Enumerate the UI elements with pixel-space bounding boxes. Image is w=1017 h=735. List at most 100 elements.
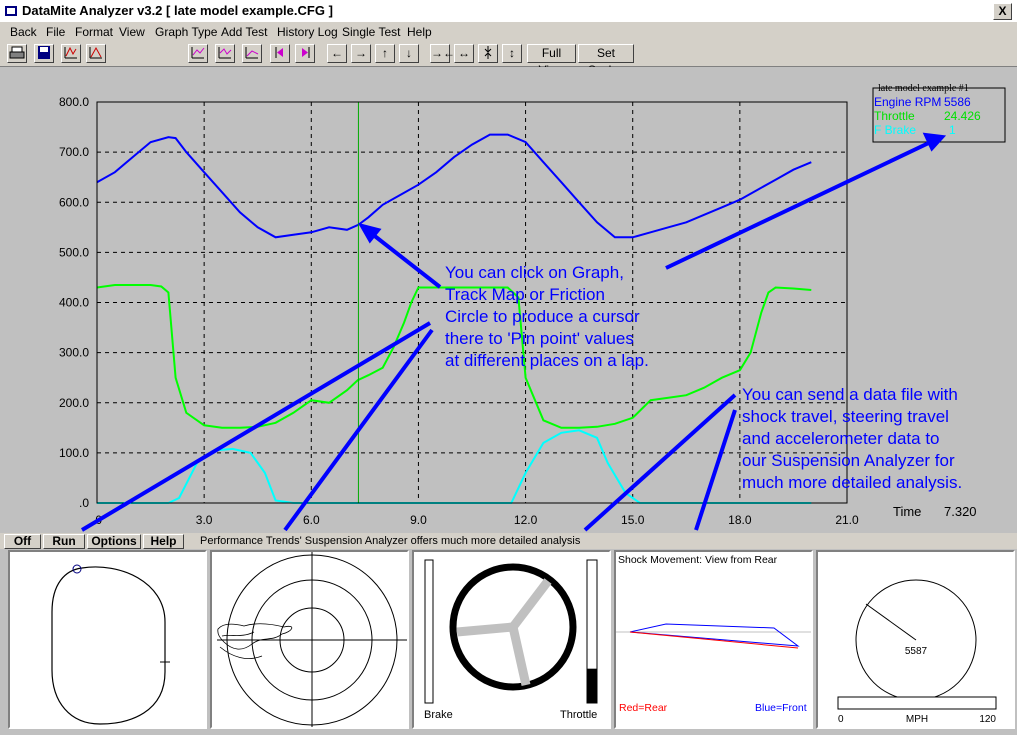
set-scales-button[interactable]: Set Scales — [578, 44, 634, 77]
cursor-right-icon[interactable] — [295, 44, 315, 63]
shock-display: Shock Movement: View from Rear Red=Rear … — [616, 554, 811, 714]
track-map[interactable] — [10, 552, 205, 727]
gauge-min: 0 — [838, 714, 844, 725]
x-tick-label: 9.0 — [410, 513, 427, 527]
annotation-line: much more detailed analysis. — [742, 473, 962, 492]
annotation-line: Track Map or Friction — [445, 285, 605, 304]
menu-file[interactable]: File — [46, 25, 65, 39]
y-tick-label: 600.0 — [59, 195, 89, 209]
app-icon — [5, 6, 17, 16]
x-tick-label: 21.0 — [835, 513, 859, 527]
shock-blue-label: Blue=Front — [755, 702, 807, 714]
menu-add-test[interactable]: Add Test — [221, 25, 267, 39]
arrow-right-icon[interactable]: → — [351, 44, 371, 63]
legend-title: late model example #1 — [878, 83, 969, 94]
expand-horizontal-icon[interactable]: ↔ — [454, 44, 474, 63]
y-tick-label: 100.0 — [59, 446, 89, 460]
graph-red-icon[interactable] — [61, 44, 81, 63]
window-title: DataMite Analyzer v3.2 [ late model exam… — [22, 3, 333, 18]
legend-label-rpm: Engine RPM — [874, 95, 941, 109]
menu-format[interactable]: Format — [75, 25, 113, 39]
annotation-line: there to 'Pin point' values — [445, 329, 634, 348]
menu-help[interactable]: Help — [407, 25, 432, 39]
toolbar: ← → ↑ ↓ →← ↔ ↕ Full View Set Scales — [0, 41, 1017, 77]
friction-trace — [217, 623, 293, 659]
shock-title: Shock Movement: View from Rear — [618, 554, 778, 566]
shock-front-line — [629, 623, 800, 647]
graph-magenta-icon[interactable] — [188, 44, 208, 63]
graph-magenta-2-icon[interactable] — [215, 44, 235, 63]
shock-red-label: Red=Rear — [619, 702, 668, 714]
gauge-unit: MPH — [906, 714, 928, 725]
full-view-button[interactable]: Full View — [527, 44, 576, 77]
arrow-left-icon[interactable]: ← — [327, 44, 347, 63]
y-tick-label: 400.0 — [59, 296, 89, 310]
throttle-level-fill — [587, 668, 597, 703]
help-button[interactable]: Help — [143, 534, 184, 549]
time-value: 7.320 — [944, 504, 977, 519]
arrow-to-shock — [694, 409, 737, 531]
brake-bar — [424, 559, 434, 704]
arrow-to-track-map — [80, 321, 432, 532]
run-button[interactable]: Run — [43, 534, 85, 549]
legend-label-throttle: Throttle — [874, 109, 915, 123]
track-map-panel[interactable] — [8, 550, 207, 729]
status-message: Performance Trends' Suspension Analyzer … — [200, 535, 581, 547]
compress-vertical-icon[interactable] — [478, 44, 498, 63]
y-tick-label: 800.0 — [59, 95, 89, 109]
shock-movement-panel[interactable]: Shock Movement: View from Rear Red=Rear … — [614, 550, 813, 729]
menu-view[interactable]: View — [119, 25, 145, 39]
track-outline — [51, 566, 166, 725]
title-bar: DataMite Analyzer v3.2 [ late model exam… — [0, 0, 1017, 23]
gauge-panel: 5587 0 MPH 120 — [816, 550, 1015, 729]
friction-circle[interactable] — [212, 552, 407, 727]
menu-history-log[interactable]: History Log — [277, 25, 338, 39]
brake-label: Brake — [424, 709, 453, 721]
save-icon[interactable] — [34, 44, 54, 63]
close-button[interactable]: X — [993, 3, 1012, 20]
gauge-max: 120 — [979, 714, 996, 725]
graph-red-2-icon[interactable] — [86, 44, 106, 63]
steering-panel: Brake Throttle — [412, 550, 611, 729]
arrow-to-cursor — [365, 228, 442, 289]
annotation-line: and accelerometer data to — [742, 429, 940, 448]
x-tick-label: 3.0 — [196, 513, 213, 527]
off-button[interactable]: Off — [4, 534, 41, 549]
annotation-line: You can click on Graph, — [445, 263, 624, 282]
cursor-left-icon[interactable] — [270, 44, 290, 63]
throttle-label: Throttle — [560, 709, 597, 721]
annotation-send-text: You can send a data file with shock trav… — [742, 385, 962, 492]
graph-magenta-3-icon[interactable] — [242, 44, 262, 63]
annotation-line: at different places on a lap. — [445, 351, 649, 370]
legend-label-brake: F Brake — [874, 123, 916, 137]
compress-horizontal-icon[interactable]: →← — [430, 44, 455, 63]
friction-circle-panel[interactable] — [210, 550, 409, 729]
legend-value-throttle: 24.426 — [944, 109, 981, 123]
y-tick-label: 500.0 — [59, 245, 89, 259]
y-tick-label: .0 — [79, 496, 89, 510]
menu-single-test[interactable]: Single Test — [342, 25, 400, 39]
x-tick-label: 12.0 — [514, 513, 538, 527]
arrowhead-legend — [922, 132, 947, 152]
x-tick-label: 18.0 — [728, 513, 752, 527]
arrow-up-icon[interactable]: ↑ — [375, 44, 395, 63]
arrow-down-icon[interactable]: ↓ — [399, 44, 419, 63]
graph-area[interactable]: .0 3.0 6.0 9.0 12.0 15.0 18.0 21.0 800.0 700.0 600… — [0, 67, 1017, 532]
options-button[interactable]: Options — [87, 534, 141, 549]
annotation-line: our Suspension Analyzer for — [742, 451, 955, 470]
annotation-line: shock travel, steering travel — [742, 407, 949, 426]
arrow-to-legend — [665, 138, 936, 270]
menu-graph-type[interactable]: Graph Type — [155, 25, 217, 39]
speed-bar — [837, 696, 997, 710]
expand-vertical-icon[interactable]: ↕ — [502, 44, 522, 63]
print-icon[interactable] — [7, 44, 27, 63]
menu-back[interactable]: Back — [10, 25, 37, 39]
x-tick-label: 6.0 — [303, 513, 320, 527]
x-tick-label: 15.0 — [621, 513, 645, 527]
annotation-click-text: You can click on Graph, Track Map or Fri… — [445, 263, 649, 370]
annotation-line: You can send a data file with — [742, 385, 958, 404]
gauge-display: 5587 0 MPH 120 — [837, 579, 997, 725]
y-tick-label: 700.0 — [59, 145, 89, 159]
legend: late model example #1 Engine RPM 5586 Th… — [872, 83, 1006, 143]
annotation-line: Circle to produce a cursor — [445, 307, 640, 326]
